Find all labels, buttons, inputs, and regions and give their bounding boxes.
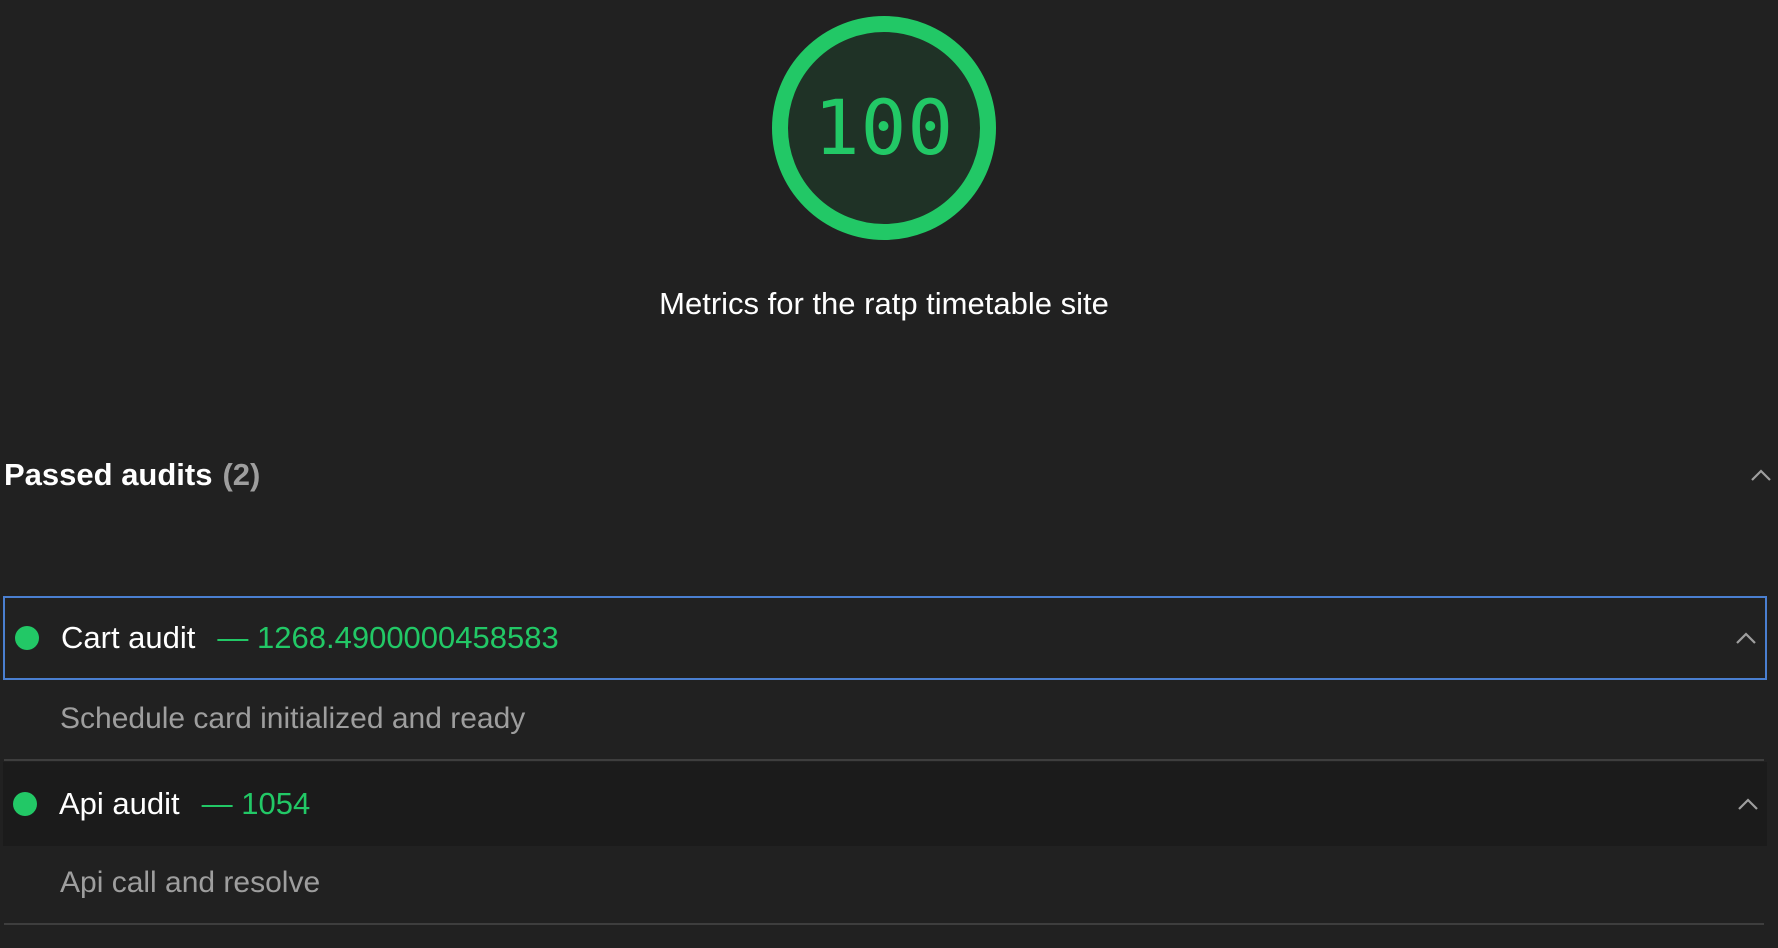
chevron-up-icon[interactable]	[1737, 793, 1759, 815]
pass-dot-icon	[15, 626, 39, 650]
audit-row-api[interactable]: Api audit — 1054	[3, 762, 1767, 846]
audit-description: Schedule card initialized and ready	[60, 702, 526, 735]
audit-value: — 1268.4900000458583	[217, 620, 559, 655]
audit-title: Api audit	[59, 786, 180, 821]
score-value: 100	[813, 83, 955, 172]
lighthouse-report: 100 Metrics for the ratp timetable site …	[0, 0, 1778, 948]
passed-audits-title: Passed audits	[4, 457, 213, 492]
chevron-up-icon[interactable]	[1735, 627, 1757, 649]
divider	[4, 923, 1764, 925]
audit-row-cart[interactable]: Cart audit — 1268.4900000458583	[3, 596, 1767, 680]
passed-audits-header[interactable]: Passed audits (2)	[4, 450, 1772, 500]
passed-audits-count: (2)	[222, 457, 261, 492]
chevron-up-icon[interactable]	[1750, 464, 1772, 486]
audit-title: Cart audit	[61, 620, 196, 655]
score-gauge[interactable]: 100	[772, 16, 996, 240]
pass-dot-icon	[13, 792, 37, 816]
gauge-title: Metrics for the ratp timetable site	[659, 286, 1109, 321]
divider	[4, 759, 1764, 761]
audit-description: Api call and resolve	[60, 866, 321, 899]
audit-value: — 1054	[201, 786, 311, 821]
